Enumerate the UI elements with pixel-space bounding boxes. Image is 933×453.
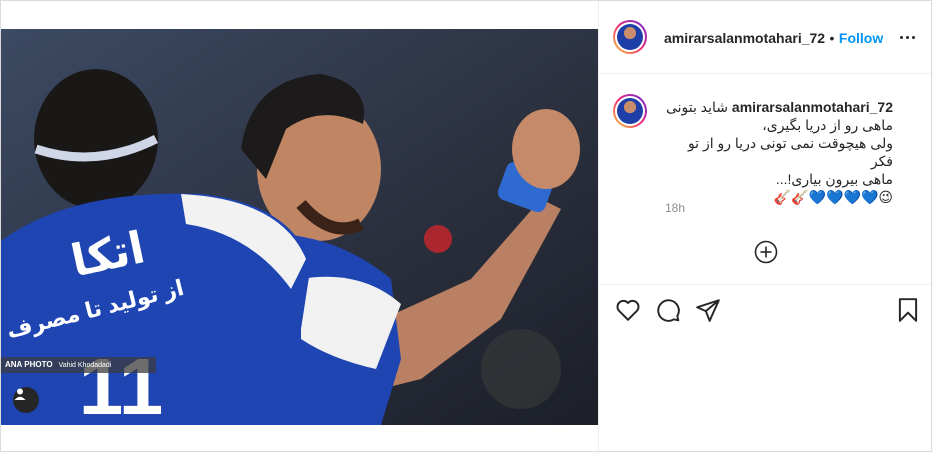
post-side-panel: amirarsalanmotahari_72 • Follow amirarsa…	[598, 1, 933, 453]
jersey-number: 11	[79, 342, 164, 425]
comment-icon[interactable]	[655, 297, 681, 323]
header-username[interactable]: amirarsalanmotahari_72	[664, 30, 825, 46]
load-more-comments-icon[interactable]	[754, 240, 778, 264]
post-timestamp[interactable]: 18h	[665, 201, 685, 215]
header-separator: •	[829, 30, 835, 46]
caption-avatar[interactable]	[613, 94, 647, 128]
action-bar	[599, 285, 933, 335]
post-header: amirarsalanmotahari_72 • Follow	[599, 1, 933, 74]
header-user-row: amirarsalanmotahari_72 • Follow	[664, 30, 883, 48]
heart-icon[interactable]	[615, 297, 641, 323]
more-options-icon[interactable]	[900, 29, 918, 45]
follow-button[interactable]: Follow	[839, 30, 883, 46]
photo-credit-name: Vahid Khodadadi	[58, 362, 112, 369]
header-avatar[interactable]	[613, 20, 647, 54]
photo-credit: ANA PHOTO Vahid Khodadadi	[1, 357, 156, 373]
caption-username[interactable]: amirarsalanmotahari_72	[732, 99, 893, 115]
user-tag-icon	[14, 388, 26, 400]
caption-text: amirarsalanmotahari_72 شاید بتونی ماهی ر…	[663, 98, 893, 206]
user-tag-button[interactable]	[13, 387, 39, 413]
bookmark-icon[interactable]	[895, 297, 921, 323]
share-icon[interactable]	[695, 297, 721, 323]
post-image[interactable]: اتکا از تولید تا مصرف با 11 ANA PHOTO Vah…	[1, 29, 598, 425]
photo-credit-brand: ANA PHOTO	[5, 360, 53, 369]
instagram-post: اتکا از تولید تا مصرف با 11 ANA PHOTO Vah…	[0, 0, 933, 453]
comments-section: amirarsalanmotahari_72 شاید بتونی ماهی ر…	[599, 74, 933, 285]
